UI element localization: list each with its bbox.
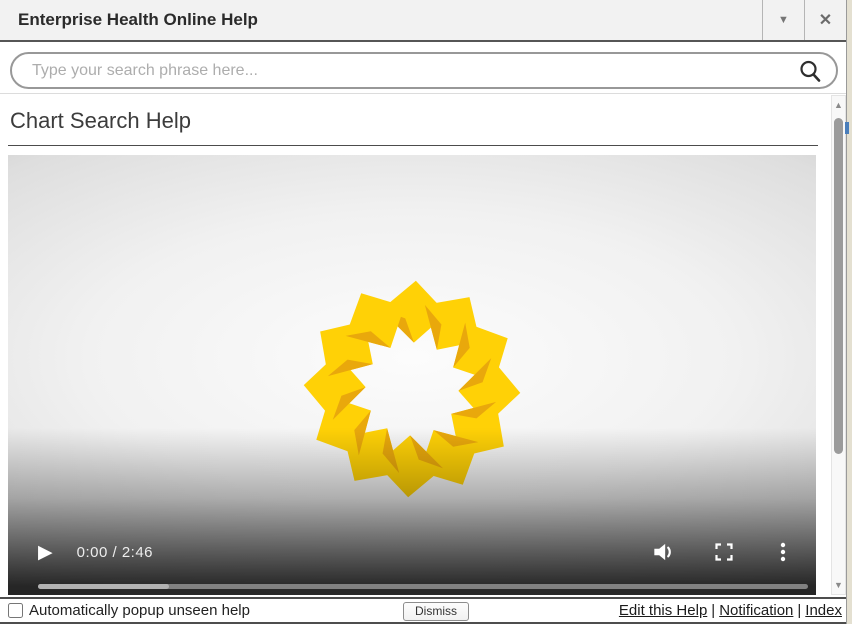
video-buffered-bar — [38, 584, 169, 589]
notification-link[interactable]: Notification — [719, 602, 793, 619]
video-progress-bar[interactable] — [38, 584, 808, 589]
search-input[interactable] — [12, 56, 798, 86]
video-controls: ▶ 0:00 / 2:46 — [8, 531, 816, 573]
auto-popup-checkbox[interactable] — [8, 603, 23, 618]
link-separator: | — [793, 602, 805, 619]
search-bar-row — [0, 42, 846, 94]
kebab-menu-icon — [772, 540, 794, 564]
scrollbar-thumb[interactable] — [834, 118, 843, 454]
footer-links: Edit this Help|Notification|Index — [619, 602, 842, 619]
search-icon[interactable] — [798, 59, 822, 83]
fullscreen-button[interactable] — [713, 541, 735, 563]
collapse-button[interactable]: ▼ — [762, 0, 804, 40]
close-button[interactable]: ✕ — [804, 0, 846, 40]
footer-bar: Automatically popup unseen help Dismiss … — [0, 597, 846, 624]
search-pill — [10, 52, 838, 89]
dismiss-button[interactable]: Dismiss — [403, 602, 469, 621]
clipped-link-fragment — [845, 122, 849, 134]
auto-popup-label: Automatically popup unseen help — [29, 602, 250, 619]
time-display: 0:00 / 2:46 — [77, 544, 153, 561]
close-icon: ✕ — [819, 10, 832, 30]
vertical-scrollbar[interactable]: ▲ ▼ — [831, 95, 846, 595]
scroll-down-arrow-icon[interactable]: ▼ — [832, 578, 845, 592]
video-player[interactable]: ▶ 0:00 / 2:46 — [8, 155, 816, 595]
play-button[interactable]: ▶ — [38, 543, 53, 562]
edit-help-link[interactable]: Edit this Help — [619, 602, 707, 619]
heading-divider — [8, 145, 818, 146]
more-options-button[interactable] — [772, 540, 794, 564]
controls-gradient — [8, 155, 816, 595]
titlebar: Enterprise Health Online Help ▼ ✕ — [0, 0, 846, 42]
volume-icon — [650, 539, 676, 565]
help-content: Chart Search Help — [0, 94, 831, 597]
index-link[interactable]: Index — [805, 602, 842, 619]
scroll-up-arrow-icon[interactable]: ▲ — [832, 98, 845, 112]
window-title: Enterprise Health Online Help — [0, 10, 762, 30]
fullscreen-icon — [713, 541, 735, 563]
link-separator: | — [707, 602, 719, 619]
volume-button[interactable] — [650, 539, 676, 565]
chevron-down-icon: ▼ — [778, 14, 789, 26]
page-title: Chart Search Help — [10, 108, 831, 134]
help-dialog: Enterprise Health Online Help ▼ ✕ Chart … — [0, 0, 847, 624]
